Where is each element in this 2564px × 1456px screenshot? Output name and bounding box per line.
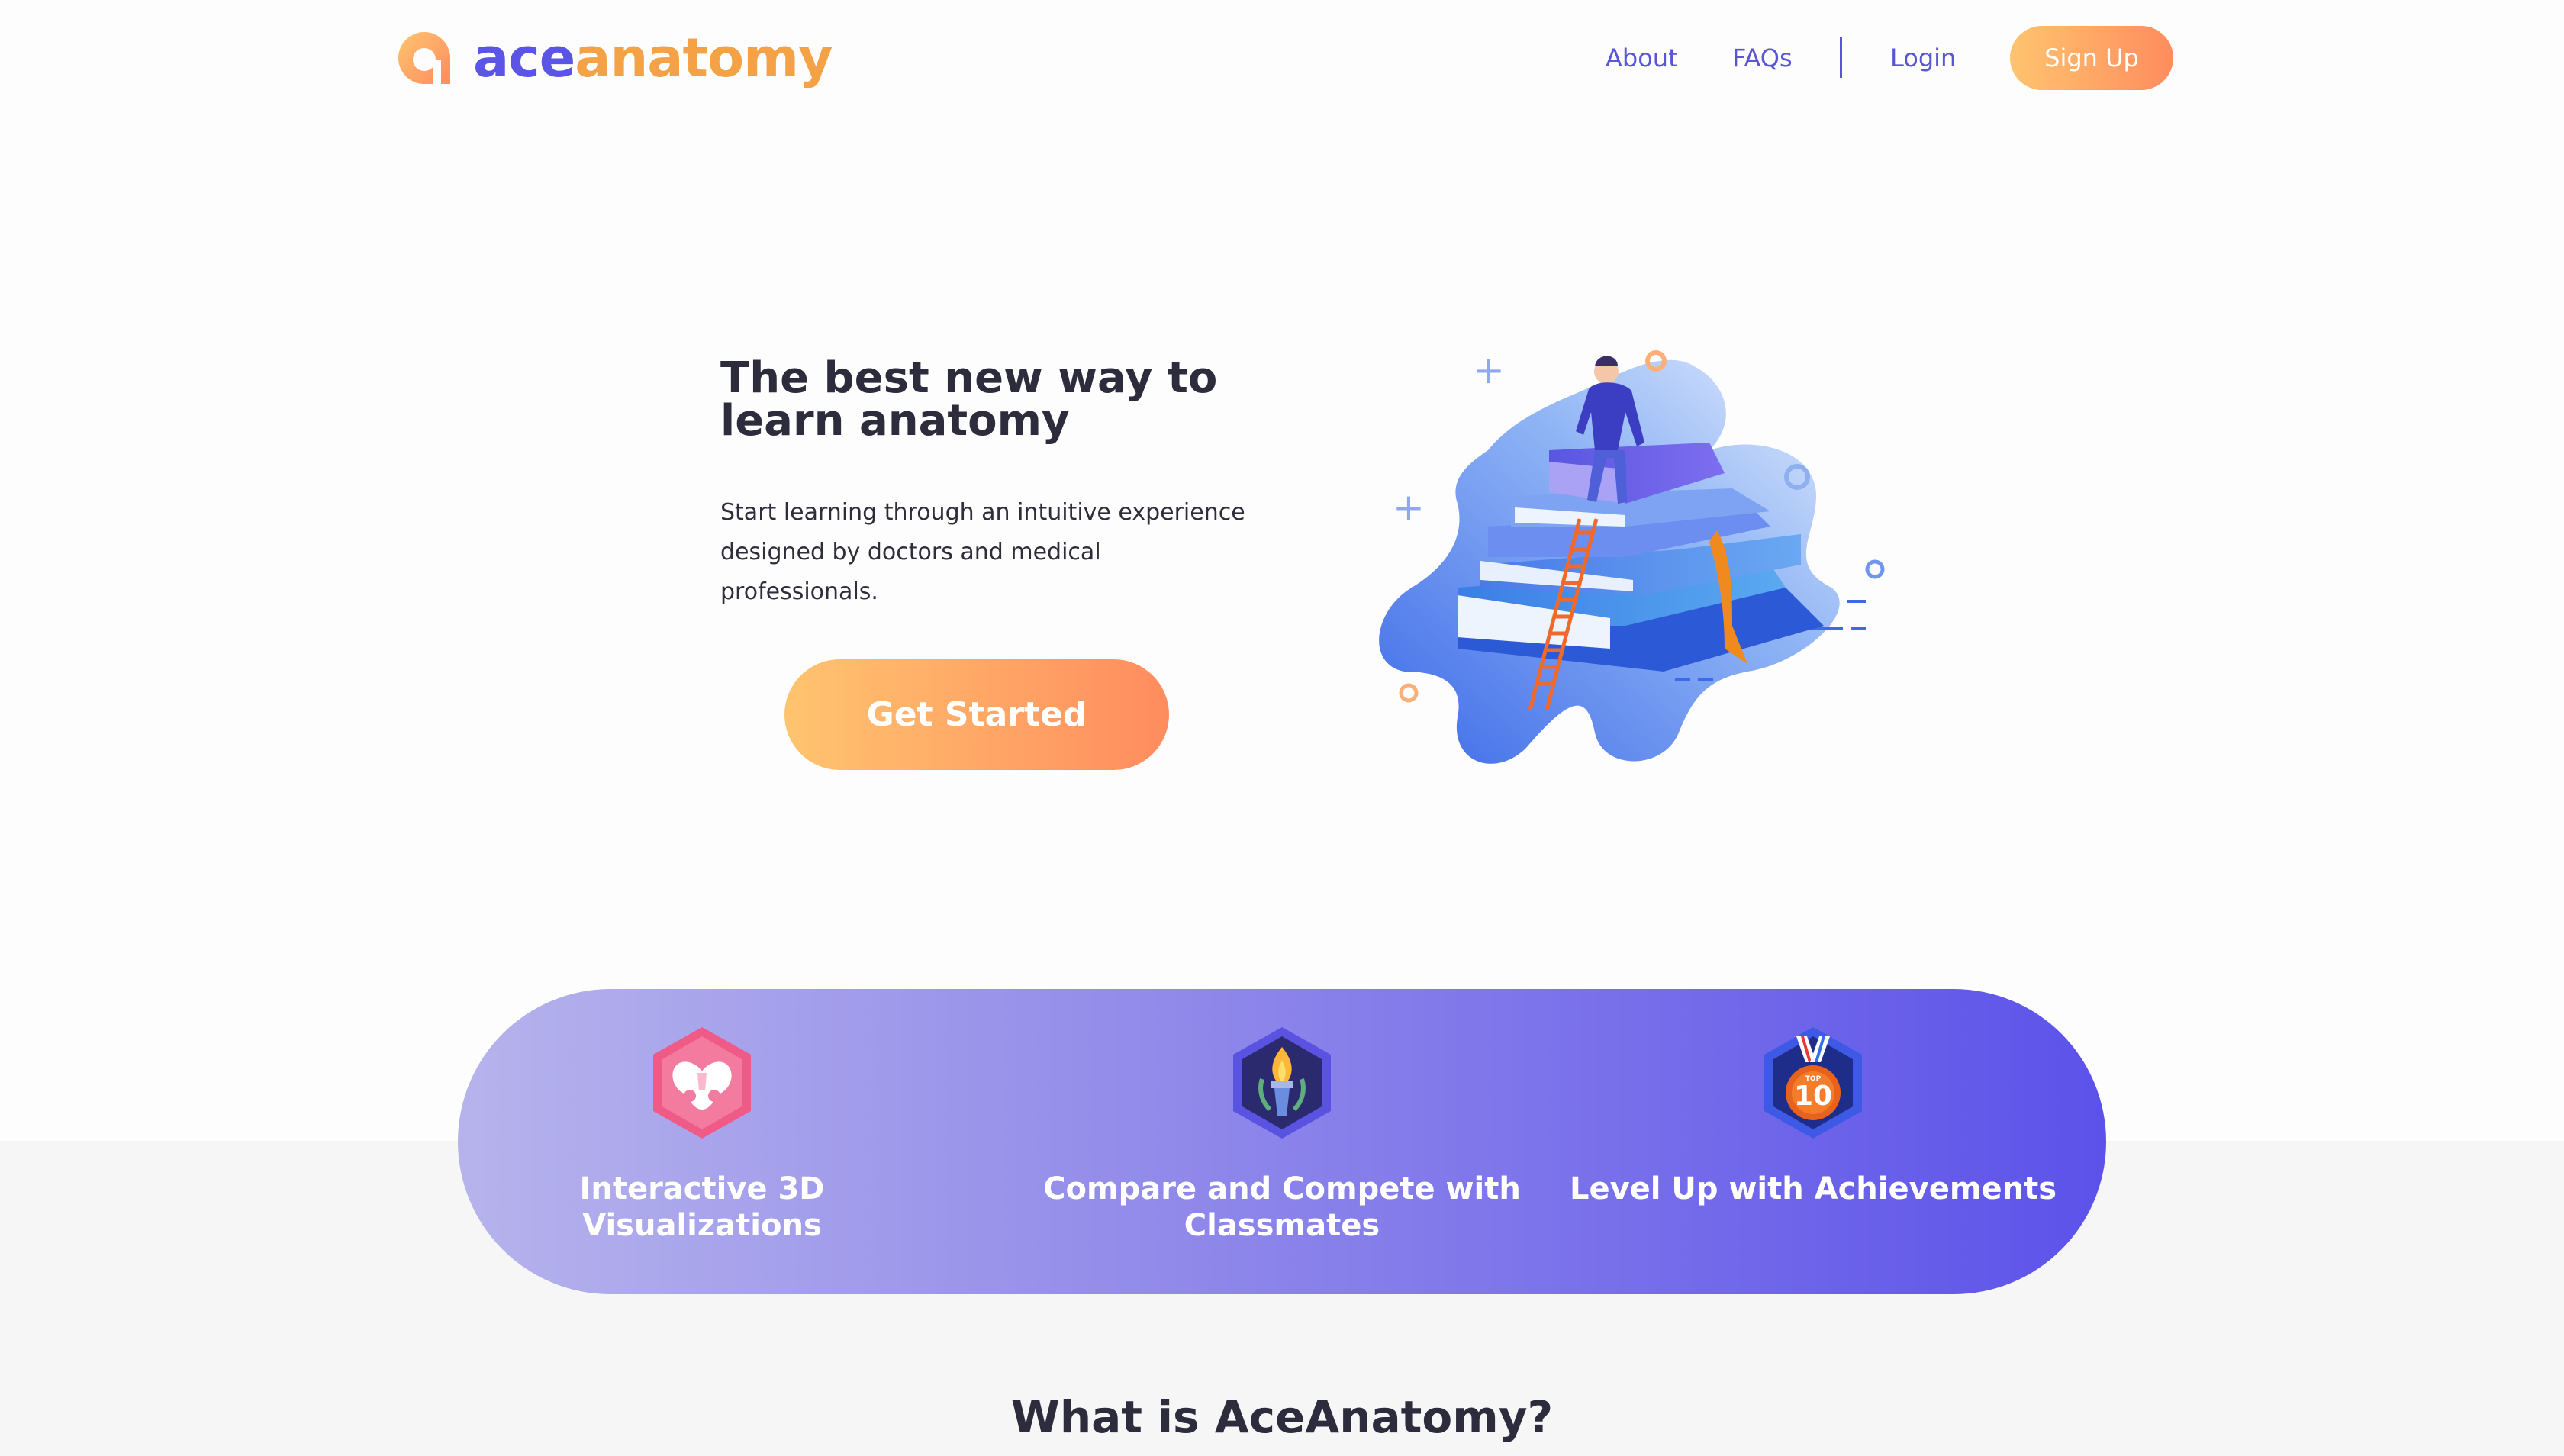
svg-text:+: + — [1473, 348, 1505, 392]
nav-faqs-container: FAQs — [1732, 26, 1793, 90]
signup-button[interactable]: Sign Up — [2010, 26, 2173, 90]
features-banner: Interactive 3D Visualizations Compare an… — [458, 989, 2106, 1294]
logo[interactable]: aceanatomy — [395, 29, 833, 87]
torch-badge-icon — [1233, 1027, 1331, 1139]
feature-label: Interactive 3D Visualizations — [579, 1171, 825, 1243]
top-10-medal-icon: TOP 10 — [1764, 1027, 1862, 1139]
nav-login-link[interactable]: Login — [1890, 43, 1956, 72]
nav-about-container: About — [1606, 26, 1678, 90]
get-started-button[interactable]: Get Started — [784, 659, 1169, 770]
svg-text:+: + — [1393, 485, 1425, 530]
feature-label: Compare and Compete with Classmates — [1043, 1171, 1521, 1243]
hero-title: The best new way to learn anatomy — [720, 353, 1218, 446]
books-ladder-illustration: + + — [1379, 348, 1885, 764]
nav-about-link[interactable]: About — [1606, 43, 1678, 72]
nav-faqs-link[interactable]: FAQs — [1732, 43, 1793, 72]
nav-login-container: Login — [1890, 26, 1956, 90]
section-title: What is AceAnatomy? — [1010, 1391, 1554, 1443]
pelvis-badge-icon — [653, 1027, 751, 1139]
nav-divider — [1840, 37, 1842, 78]
svg-text:10: 10 — [1794, 1081, 1832, 1112]
hero-subtitle: Start learning through an intuitive expe… — [720, 499, 1245, 605]
logo-wordmark: aceanatomy — [473, 27, 833, 89]
logo-mark-icon — [398, 32, 450, 84]
feature-label: Level Up with Achievements — [1569, 1171, 2057, 1206]
